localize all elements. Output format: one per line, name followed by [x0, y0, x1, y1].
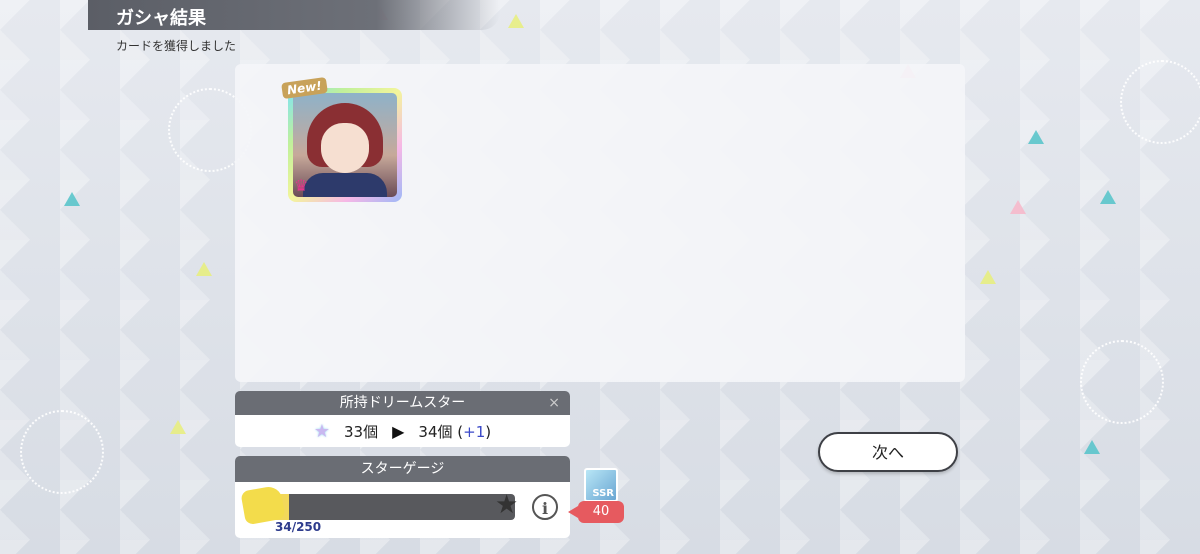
gauge-star-icon: ★	[495, 490, 519, 520]
dream-star-after-group: 34個 (+1)	[418, 421, 491, 442]
confetti-decoration	[508, 14, 524, 28]
dream-star-after: 34個	[418, 422, 453, 441]
sparkle-burst-decoration	[1120, 60, 1200, 144]
dream-star-title: 所持ドリームスター	[339, 395, 466, 411]
star-gauge-title: スターゲージ	[235, 456, 570, 482]
ssr-reward-icon: SSR	[584, 468, 618, 502]
confetti-decoration	[1100, 190, 1116, 204]
dream-star-delta-close: )	[485, 422, 492, 441]
page-title: ガシャ結果	[116, 8, 206, 29]
star-gauge-track	[253, 494, 515, 520]
star-gauge-panel: スターゲージ ★ 34/250	[235, 456, 570, 538]
confetti-decoration	[196, 262, 212, 276]
confetti-decoration	[64, 192, 80, 206]
dream-star-body: ★ 33個 ▶ 34個 (+1)	[235, 415, 570, 447]
star-icon: ★	[313, 420, 330, 442]
next-button[interactable]: 次へ	[818, 432, 958, 472]
sparkle-burst-decoration	[20, 410, 104, 494]
confetti-decoration	[1028, 130, 1044, 144]
card-art-face	[321, 123, 369, 173]
confetti-decoration	[980, 270, 996, 284]
close-icon[interactable]: ×	[548, 391, 560, 415]
arrow-icon: ▶	[392, 421, 405, 441]
sparkle-burst-decoration	[1080, 340, 1164, 424]
star-gauge-body: ★ 34/250	[235, 482, 570, 538]
confetti-decoration	[1084, 440, 1100, 454]
page-subtitle: カードを獲得しました	[116, 39, 237, 53]
reward-badge-pointer	[568, 506, 578, 518]
reward-count-badge: 40	[578, 501, 624, 523]
star-gauge-count: 34/250	[275, 520, 322, 534]
crown-icon: ♛	[294, 176, 309, 195]
confetti-decoration	[1010, 200, 1026, 214]
dream-star-panel: 所持ドリームスター × ★ 33個 ▶ 34個 (+1)	[235, 391, 570, 447]
info-icon[interactable]: i	[532, 494, 558, 520]
dream-star-before: 33個	[344, 422, 379, 441]
dream-star-delta: +1	[463, 422, 486, 441]
confetti-decoration	[170, 420, 186, 434]
dream-star-header: 所持ドリームスター ×	[235, 391, 570, 415]
